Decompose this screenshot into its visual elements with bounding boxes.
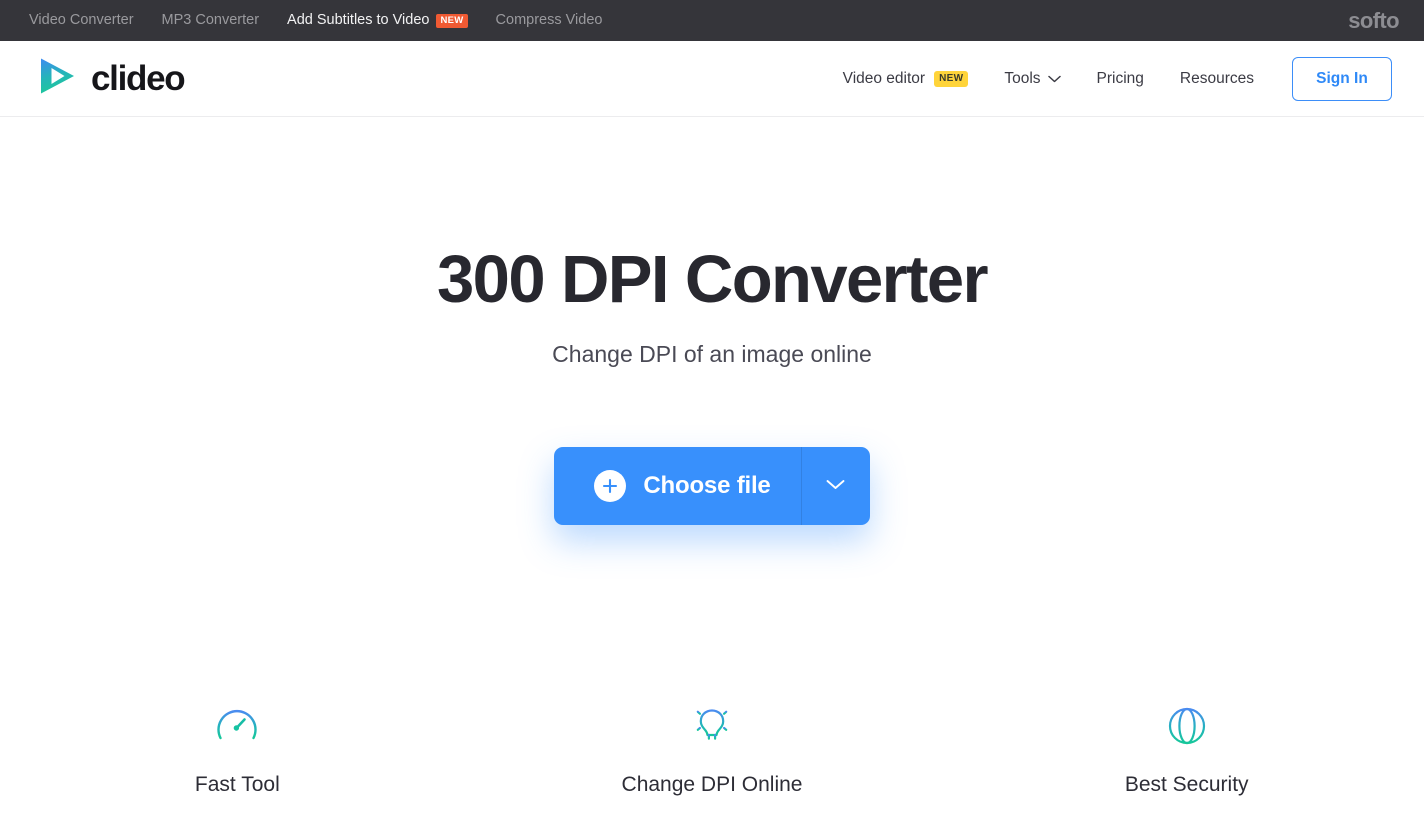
lightbulb-icon	[475, 700, 950, 752]
nav-item-resources[interactable]: Resources	[1162, 71, 1272, 87]
nav-item-label: Resources	[1179, 69, 1254, 87]
choose-file-label: Choose file	[643, 471, 771, 499]
clideo-wordmark: clideo	[91, 59, 186, 98]
globe-icon	[949, 700, 1424, 752]
choose-file-dropdown-toggle[interactable]	[800, 446, 870, 525]
sign-in-label: Sign In	[1316, 69, 1368, 87]
choose-file-button-group[interactable]: Choose file	[554, 446, 870, 525]
nav-item-video-editor[interactable]: Video editor NEW	[825, 69, 987, 87]
speedometer-icon	[0, 700, 475, 752]
promo-link-list: Video Converter MP3 Converter Add Subtit…	[0, 13, 602, 28]
feature-best-security: Best Security	[949, 700, 1424, 795]
hero-section: 300 DPI Converter Change DPI of an image…	[0, 117, 1424, 525]
promo-link-label: MP3 Converter	[161, 12, 260, 29]
softo-logo[interactable]: softo	[1348, 9, 1399, 32]
plus-icon	[594, 469, 627, 502]
promo-link-label: Add Subtitles to Video	[287, 12, 430, 29]
clideo-play-icon	[34, 53, 80, 104]
feature-list: Fast Tool Change DPI Online Best Securit…	[0, 700, 1424, 795]
site-header: clideo Video editor NEW Tools Pricing Re…	[0, 41, 1424, 117]
promo-link-label: Compress Video	[495, 12, 603, 29]
feature-fast-tool: Fast Tool	[0, 700, 475, 795]
promo-link-compress-video[interactable]: Compress Video	[496, 13, 603, 28]
nav-item-tools[interactable]: Tools	[986, 71, 1078, 87]
feature-label: Best Security	[1124, 773, 1249, 796]
promo-link-label: Video Converter	[29, 12, 134, 29]
chevron-down-icon	[1047, 71, 1061, 87]
nav-item-label: Pricing	[1096, 69, 1144, 87]
cta-container: Choose file	[0, 446, 1424, 525]
new-badge: NEW	[934, 70, 969, 87]
nav-item-label: Tools	[1004, 69, 1041, 87]
nav-item-pricing[interactable]: Pricing	[1079, 71, 1162, 87]
promo-link-video-converter[interactable]: Video Converter	[29, 13, 134, 28]
clideo-logo-link[interactable]: clideo	[34, 53, 186, 104]
promo-topbar: Video Converter MP3 Converter Add Subtit…	[0, 0, 1424, 41]
promo-link-mp3-converter[interactable]: MP3 Converter	[162, 13, 260, 28]
promo-link-add-subtitles[interactable]: Add Subtitles to Video NEW	[287, 13, 468, 28]
sign-in-button[interactable]: Sign In	[1292, 56, 1392, 101]
feature-label: Fast Tool	[194, 773, 280, 796]
page-subtitle: Change DPI of an image online	[552, 341, 872, 368]
main-nav: Video editor NEW Tools Pricing Resources…	[825, 56, 1392, 101]
nav-item-label: Video editor	[842, 69, 926, 87]
chevron-down-icon	[826, 477, 845, 495]
choose-file-button[interactable]: Choose file	[554, 447, 800, 525]
feature-label: Change DPI Online	[621, 773, 803, 796]
feature-change-dpi-online: Change DPI Online	[475, 700, 950, 795]
new-badge: NEW	[436, 13, 468, 28]
page-title: 300 DPI Converter	[437, 242, 989, 317]
